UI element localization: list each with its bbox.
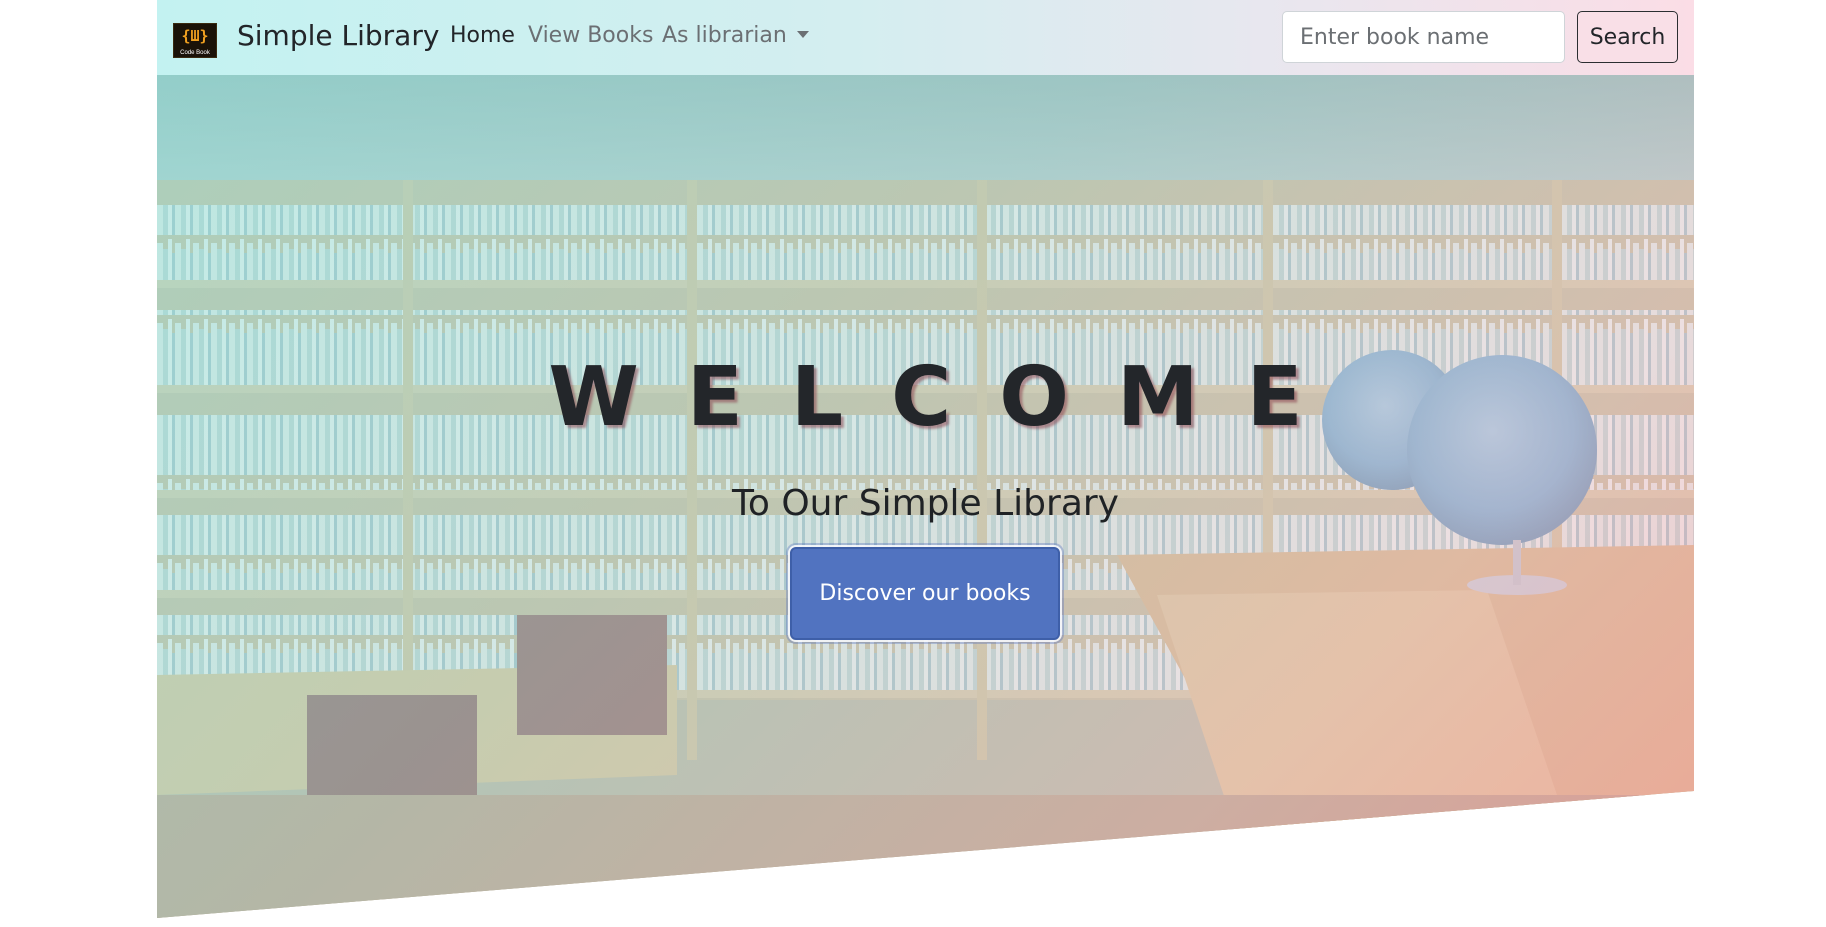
nav-home[interactable]: Home (450, 23, 515, 48)
page: {Ш} Code Book Simple Library Home View B… (157, 0, 1694, 927)
discover-books-button[interactable]: Discover our books (790, 547, 1060, 640)
book-search-input[interactable] (1282, 11, 1565, 63)
nav-as-librarian-dropdown[interactable]: As librarian (662, 23, 809, 48)
logo-caption: Code Book (180, 50, 210, 56)
nav-view-books-label: View Books (528, 23, 654, 48)
chevron-down-icon (796, 30, 809, 38)
nav-view-books[interactable]: View Books (528, 23, 653, 48)
top-navbar: {Ш} Code Book Simple Library Home View B… (157, 0, 1694, 75)
nav-home-label: Home (450, 23, 515, 48)
nav-as-librarian-label: As librarian (662, 23, 787, 48)
hero-title: WELCOME (548, 350, 1351, 445)
hero-subtitle: To Our Simple Library (732, 483, 1119, 524)
hero-section: WELCOME To Our Simple Library Discover o… (157, 75, 1694, 918)
search-button[interactable]: Search (1577, 11, 1678, 63)
logo-glyph: {Ш} (181, 27, 209, 45)
code-book-logo[interactable]: {Ш} Code Book (173, 23, 217, 58)
brand-name[interactable]: Simple Library (237, 19, 439, 52)
